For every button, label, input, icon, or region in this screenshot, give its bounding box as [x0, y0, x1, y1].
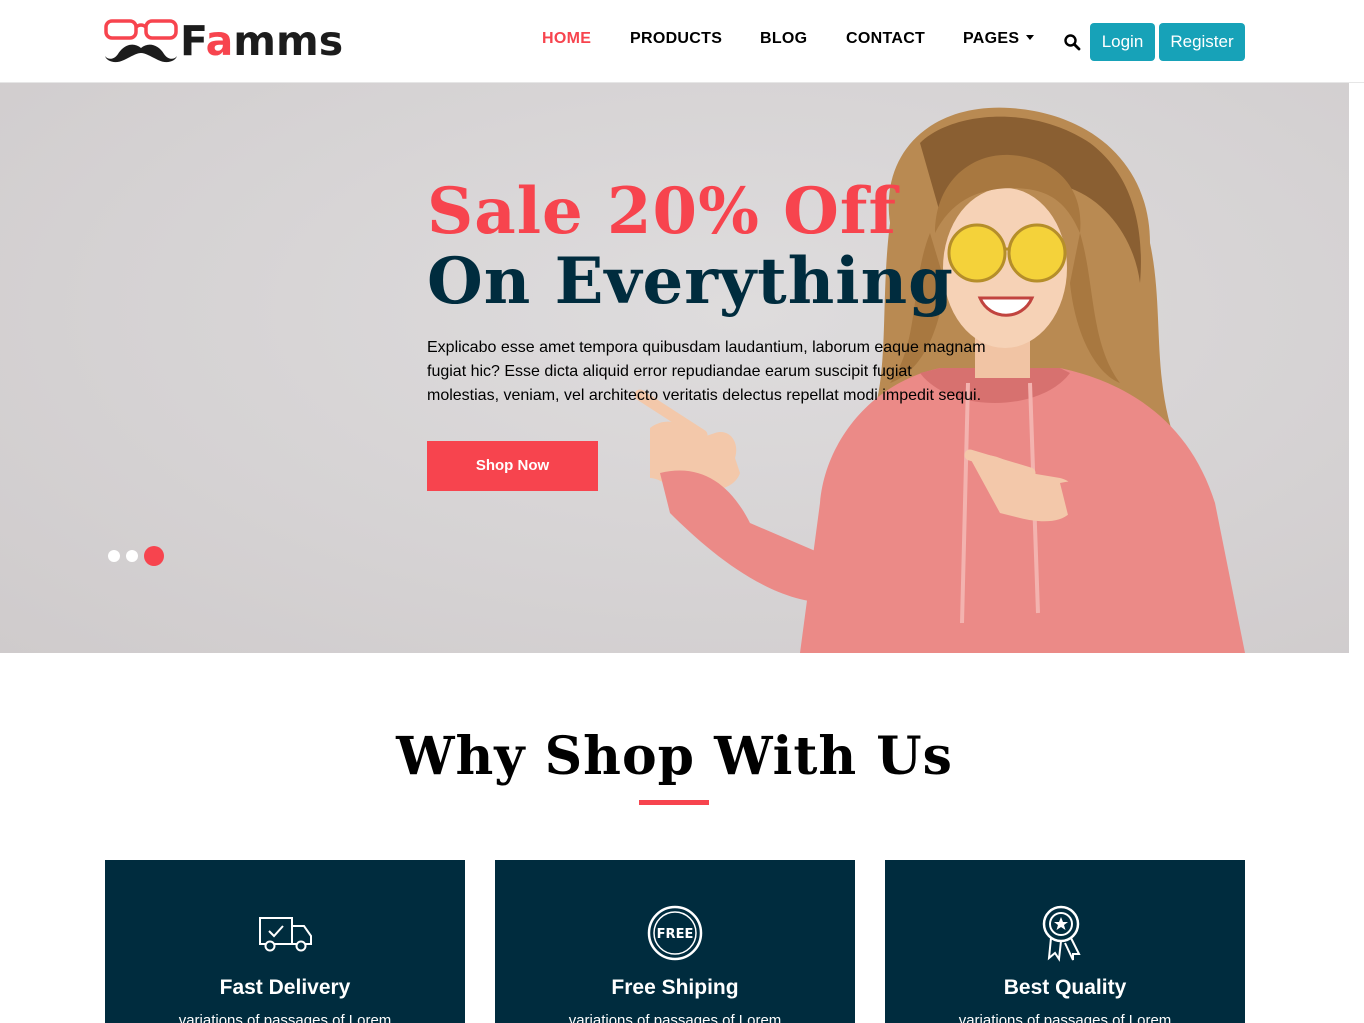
nav-products[interactable]: Products: [630, 28, 722, 50]
hero-title-everything: On Everything: [427, 244, 954, 319]
feature-card-fast-delivery: Fast Delivery variations of passages of …: [105, 860, 465, 1023]
card-text: variations of passages of Lorem: [178, 1012, 392, 1023]
card-title: Free Shiping: [611, 976, 739, 999]
register-button[interactable]: Register: [1159, 23, 1245, 61]
nav-pages-dropdown[interactable]: Pages: [963, 28, 1035, 50]
site-header: Famms Home Products Blog Contact Pages L…: [0, 0, 1364, 83]
feature-card-best-quality: Best Quality variations of passages of L…: [885, 860, 1245, 1023]
svg-text:FREE: FREE: [657, 927, 694, 942]
card-title: Best Quality: [1003, 976, 1127, 999]
nav-pages-label: Pages: [963, 30, 1020, 47]
hero-slider: Sale 20% Off On Everything Explicabo ess…: [0, 83, 1349, 653]
card-title: Fast Delivery: [219, 976, 351, 999]
why-shop-heading: Why Shop With Us: [396, 726, 953, 787]
quality-award-icon: [1042, 905, 1081, 962]
hero-title-sale: Sale 20% Off: [427, 174, 897, 249]
delivery-truck-icon: [259, 917, 312, 952]
search-icon[interactable]: [1063, 33, 1081, 51]
login-button[interactable]: Login: [1090, 23, 1155, 61]
card-text: variations of passages of Lorem: [568, 1012, 782, 1023]
heading-underline: [639, 800, 709, 805]
nav-blog[interactable]: Blog: [760, 28, 807, 50]
chevron-down-icon: [1026, 35, 1035, 40]
slider-dot-3-active[interactable]: [144, 546, 164, 566]
nav-contact[interactable]: Contact: [846, 28, 925, 50]
feature-card-free-shipping: FREE Free Shiping variations of passages…: [495, 860, 855, 1023]
hero-description: Explicabo esse amet tempora quibusdam la…: [427, 339, 986, 404]
card-text: variations of passages of Lorem: [958, 1012, 1172, 1023]
slider-dot-1[interactable]: [108, 550, 120, 562]
shop-now-button[interactable]: Shop Now: [427, 441, 598, 491]
nav-home[interactable]: Home: [542, 28, 591, 50]
free-badge-icon: FREE: [647, 905, 703, 961]
slider-dot-2[interactable]: [126, 550, 138, 562]
